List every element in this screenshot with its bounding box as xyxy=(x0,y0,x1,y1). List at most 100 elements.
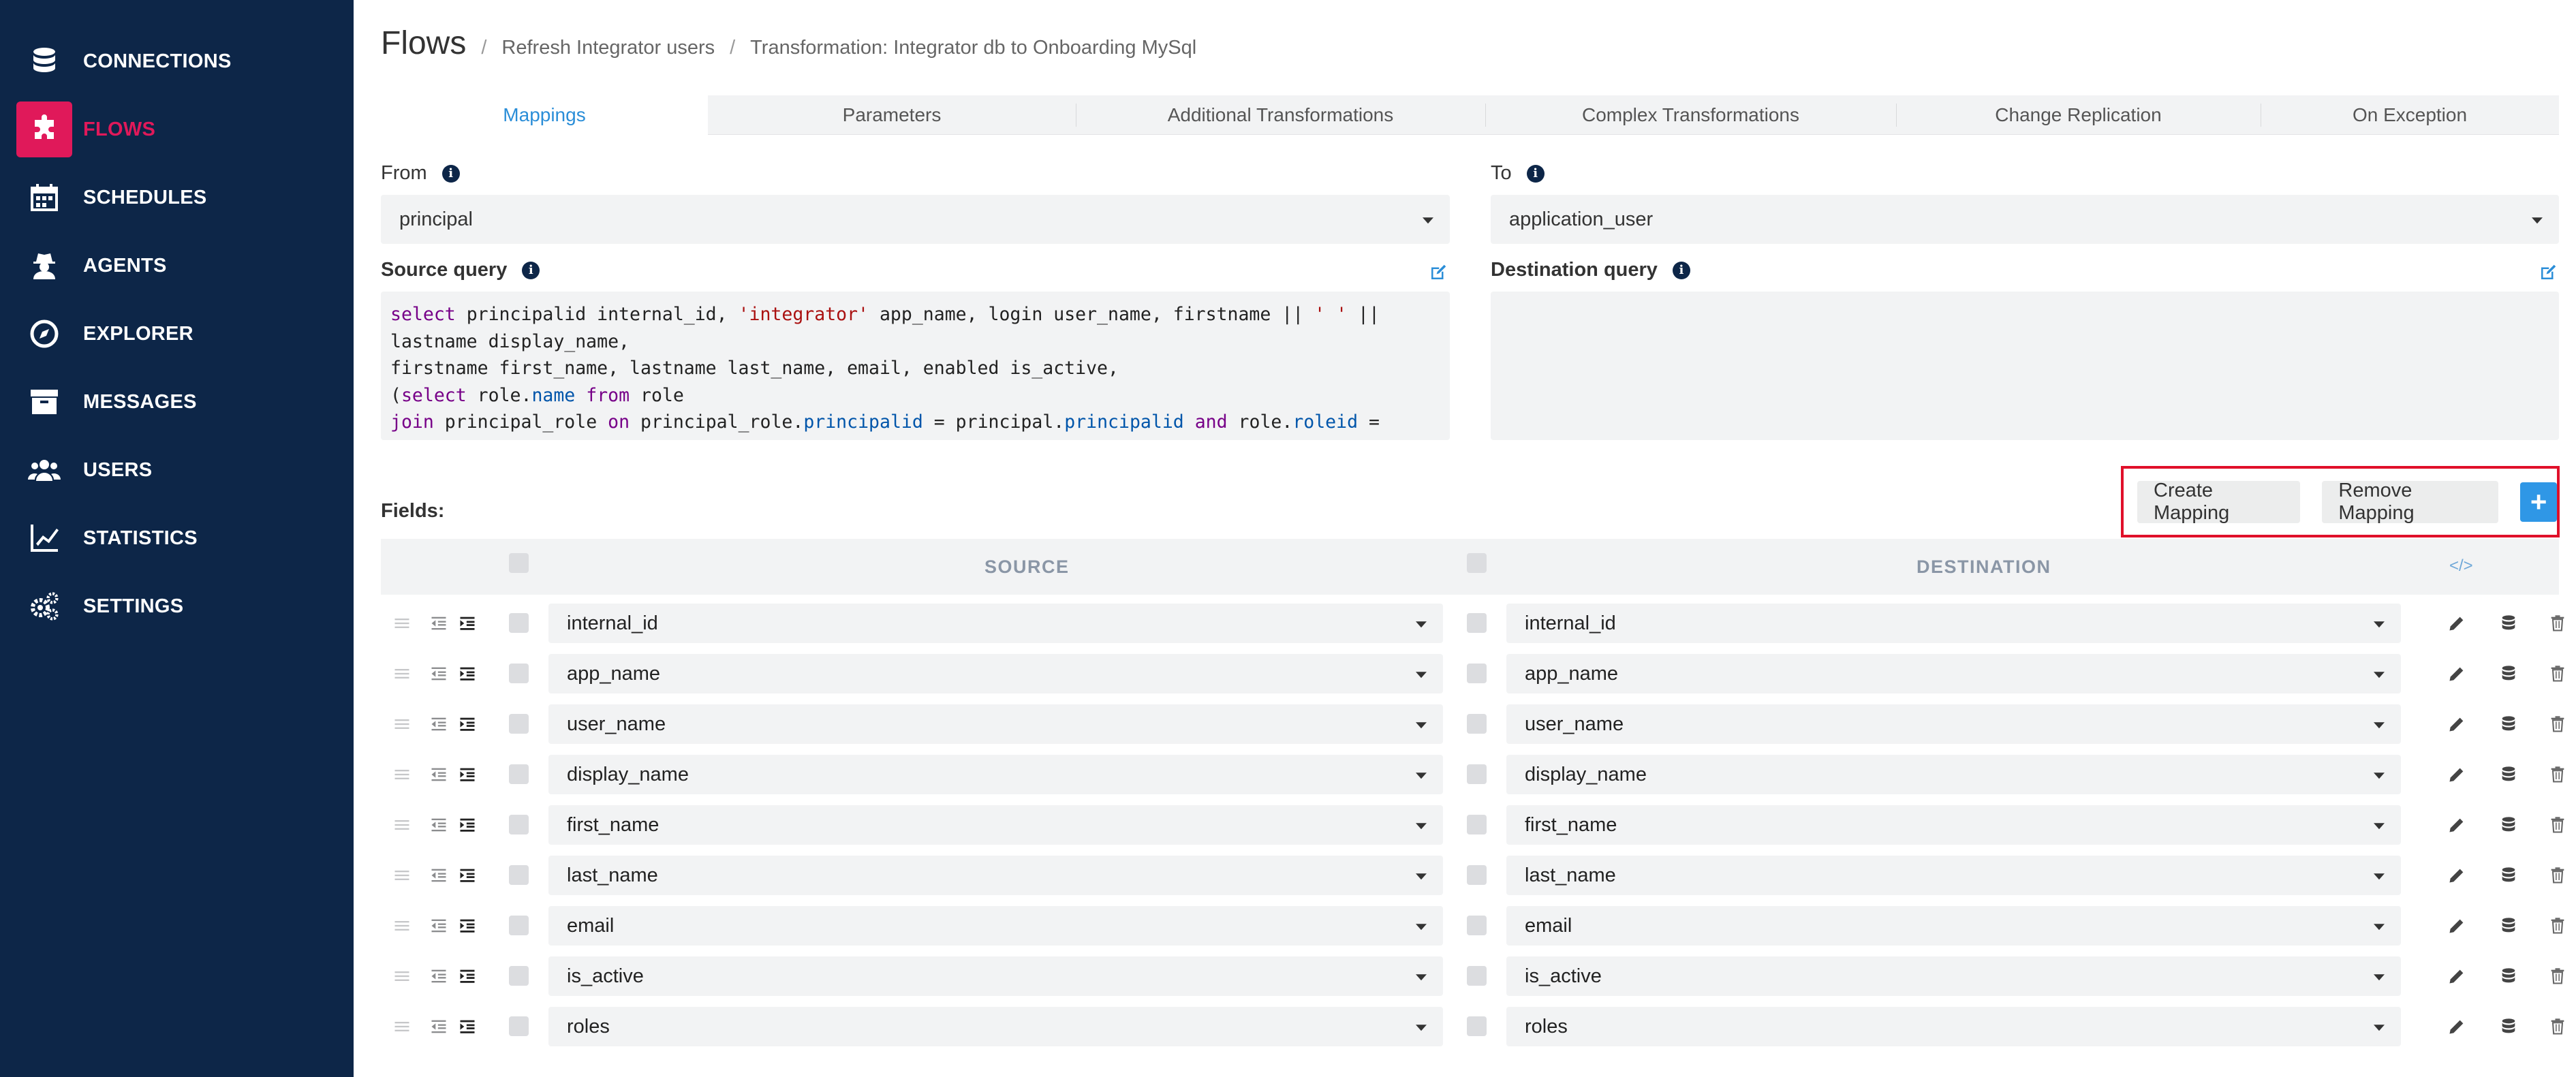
drag-handle-icon[interactable] xyxy=(392,714,412,734)
destination-row-checkbox[interactable] xyxy=(1467,916,1487,935)
indent-icon[interactable] xyxy=(457,764,478,785)
source-row-checkbox[interactable] xyxy=(509,664,529,683)
trash-icon[interactable] xyxy=(2547,916,2568,936)
indent-icon[interactable] xyxy=(457,916,478,936)
database-icon[interactable] xyxy=(2498,916,2519,936)
remove-mapping-button[interactable]: Remove Mapping xyxy=(2322,480,2499,524)
source-row-checkbox[interactable] xyxy=(509,815,529,834)
destination-field-select[interactable]: user_name xyxy=(1506,704,2401,744)
drag-handle-icon[interactable] xyxy=(392,1016,412,1037)
info-icon[interactable]: i xyxy=(441,164,460,183)
sidebar-item-messages[interactable]: MESSAGES xyxy=(16,373,337,431)
sidebar-item-settings[interactable]: SETTINGS xyxy=(16,578,337,635)
indent-icon[interactable] xyxy=(457,714,478,734)
trash-icon[interactable] xyxy=(2547,815,2568,835)
drag-handle-icon[interactable] xyxy=(392,815,412,835)
destination-row-checkbox[interactable] xyxy=(1467,613,1487,633)
source-row-checkbox[interactable] xyxy=(509,613,529,633)
pencil-icon[interactable] xyxy=(2447,714,2467,734)
outdent-icon[interactable] xyxy=(429,916,449,936)
destination-row-checkbox[interactable] xyxy=(1467,714,1487,734)
trash-icon[interactable] xyxy=(2547,664,2568,684)
destination-field-select[interactable]: display_name xyxy=(1506,755,2401,794)
sidebar-item-agents[interactable]: AGENTS xyxy=(16,237,337,294)
edit-destination-query-icon[interactable] xyxy=(2538,262,2558,283)
to-select[interactable]: application_user xyxy=(1491,195,2559,244)
destination-field-select[interactable]: internal_id xyxy=(1506,604,2401,643)
database-icon[interactable] xyxy=(2498,815,2519,835)
outdent-icon[interactable] xyxy=(429,613,449,634)
indent-icon[interactable] xyxy=(457,1016,478,1037)
outdent-icon[interactable] xyxy=(429,714,449,734)
source-field-select[interactable]: first_name xyxy=(548,805,1443,845)
from-select[interactable]: principal xyxy=(381,195,1450,244)
source-row-checkbox[interactable] xyxy=(509,1016,529,1036)
destination-row-checkbox[interactable] xyxy=(1467,664,1487,683)
database-icon[interactable] xyxy=(2498,966,2519,986)
info-icon[interactable]: i xyxy=(1672,261,1690,279)
code-icon[interactable]: </> xyxy=(2449,557,2473,576)
destination-row-checkbox[interactable] xyxy=(1467,1016,1487,1036)
add-mapping-button[interactable]: + xyxy=(2520,482,2557,522)
indent-icon[interactable] xyxy=(457,613,478,634)
drag-handle-icon[interactable] xyxy=(392,664,412,684)
source-row-checkbox[interactable] xyxy=(509,764,529,784)
source-field-select[interactable]: display_name xyxy=(548,755,1443,794)
sidebar-item-users[interactable]: USERS xyxy=(16,441,337,499)
tab-parameters[interactable]: Parameters xyxy=(708,95,1076,135)
database-icon[interactable] xyxy=(2498,664,2519,684)
indent-icon[interactable] xyxy=(457,966,478,986)
breadcrumb-item-flow[interactable]: Refresh Integrator users xyxy=(501,37,715,59)
trash-icon[interactable] xyxy=(2547,1016,2568,1037)
tab-on-exception[interactable]: On Exception xyxy=(2261,95,2559,135)
source-row-checkbox[interactable] xyxy=(509,966,529,986)
info-icon[interactable]: i xyxy=(522,261,540,279)
database-icon[interactable] xyxy=(2498,613,2519,634)
outdent-icon[interactable] xyxy=(429,1016,449,1037)
source-field-select[interactable]: roles xyxy=(548,1007,1443,1046)
source-row-checkbox[interactable] xyxy=(509,916,529,935)
indent-icon[interactable] xyxy=(457,865,478,886)
source-row-checkbox[interactable] xyxy=(509,865,529,885)
source-field-select[interactable]: last_name xyxy=(548,856,1443,895)
tab-change-replication[interactable]: Change Replication xyxy=(1896,95,2261,135)
indent-icon[interactable] xyxy=(457,664,478,684)
destination-query-editor[interactable] xyxy=(1491,292,2559,440)
destination-row-checkbox[interactable] xyxy=(1467,865,1487,885)
info-icon[interactable]: i xyxy=(1526,164,1545,183)
database-icon[interactable] xyxy=(2498,764,2519,785)
outdent-icon[interactable] xyxy=(429,664,449,684)
pencil-icon[interactable] xyxy=(2447,764,2467,785)
drag-handle-icon[interactable] xyxy=(392,916,412,936)
pencil-icon[interactable] xyxy=(2447,613,2467,634)
outdent-icon[interactable] xyxy=(429,865,449,886)
source-field-select[interactable]: app_name xyxy=(548,654,1443,693)
trash-icon[interactable] xyxy=(2547,865,2568,886)
drag-handle-icon[interactable] xyxy=(392,613,412,634)
destination-field-select[interactable]: app_name xyxy=(1506,654,2401,693)
outdent-icon[interactable] xyxy=(429,764,449,785)
destination-row-checkbox[interactable] xyxy=(1467,764,1487,784)
pencil-icon[interactable] xyxy=(2447,916,2467,936)
sidebar-item-connections[interactable]: CONNECTIONS xyxy=(16,33,337,90)
indent-icon[interactable] xyxy=(457,815,478,835)
pencil-icon[interactable] xyxy=(2447,966,2467,986)
source-field-select[interactable]: is_active xyxy=(548,956,1443,996)
create-mapping-button[interactable]: Create Mapping xyxy=(2137,480,2301,524)
destination-field-select[interactable]: first_name xyxy=(1506,805,2401,845)
source-query-editor[interactable]: select principalid internal_id, 'integra… xyxy=(381,292,1450,440)
trash-icon[interactable] xyxy=(2547,764,2568,785)
tab-additional-transformations[interactable]: Additional Transformations xyxy=(1076,95,1485,135)
tab-mappings[interactable]: Mappings xyxy=(381,95,708,135)
select-all-source-checkbox[interactable] xyxy=(509,553,529,573)
destination-row-checkbox[interactable] xyxy=(1467,815,1487,834)
edit-source-query-icon[interactable] xyxy=(1428,262,1448,283)
outdent-icon[interactable] xyxy=(429,815,449,835)
sidebar-item-explorer[interactable]: EXPLORER xyxy=(16,305,337,362)
pencil-icon[interactable] xyxy=(2447,1016,2467,1037)
outdent-icon[interactable] xyxy=(429,966,449,986)
drag-handle-icon[interactable] xyxy=(392,865,412,886)
trash-icon[interactable] xyxy=(2547,714,2568,734)
drag-handle-icon[interactable] xyxy=(392,966,412,986)
destination-row-checkbox[interactable] xyxy=(1467,966,1487,986)
